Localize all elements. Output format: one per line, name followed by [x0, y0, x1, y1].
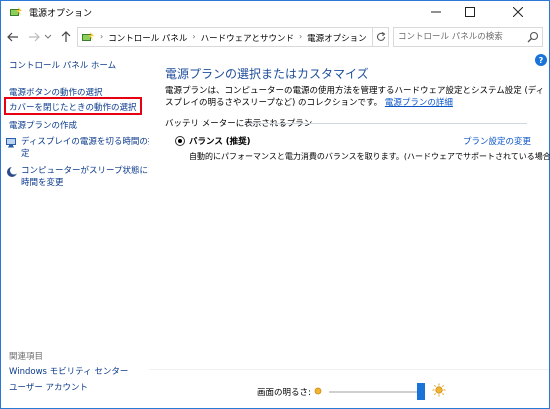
- search-box[interactable]: [393, 27, 543, 47]
- brightness-bar: 画面の明るさ:: [149, 369, 549, 408]
- sleep-moon-icon: [6, 166, 18, 178]
- brightness-label: 画面の明るさ:: [257, 388, 311, 398]
- brightness-high-icon: [432, 383, 446, 397]
- sidebar-link-control-panel-home[interactable]: コントロール パネル ホーム: [9, 61, 116, 72]
- power-options-window: 電源オプション › コントロール パネル › ハードウェアとサウンド › 電源オ…: [0, 0, 550, 409]
- related-link-mobility-center[interactable]: Windows モビリティ センター: [9, 367, 128, 378]
- back-arrow-icon[interactable]: [4, 27, 22, 47]
- description-text: 電源プランは、コンピューターの電源の使用方法を管理するハードウェア設定とシステム…: [165, 86, 545, 108]
- window-title: 電源オプション: [29, 9, 93, 19]
- section-divider: [247, 123, 527, 124]
- power-plan-details-link[interactable]: 電源プランの詳細: [385, 98, 453, 108]
- page-description: 電源プランは、コンピューターの電源の使用方法を管理するハードウェア設定とシステム…: [165, 85, 545, 109]
- refresh-button[interactable]: [373, 27, 389, 47]
- recent-locations-chevron-icon[interactable]: [43, 27, 53, 47]
- brightness-slider-track[interactable]: [329, 391, 421, 393]
- sidebar-link-sleep-time[interactable]: コンピューターがスリープ状態になる: [21, 166, 165, 177]
- sidebar-link-display-off-time[interactable]: ディスプレイの電源を切る時間の指: [21, 137, 156, 148]
- help-icon[interactable]: ?: [535, 54, 547, 66]
- page-title: 電源プランの選択またはカスタマイズ: [165, 67, 369, 81]
- brightness-slider-fill: [329, 391, 417, 393]
- breadcrumb-hardware-sound[interactable]: ハードウェアとサウンド: [201, 32, 294, 44]
- forward-arrow-icon[interactable]: [25, 27, 43, 47]
- breadcrumb-separator-icon[interactable]: ›: [299, 32, 302, 44]
- breadcrumb-separator-icon[interactable]: ›: [192, 32, 195, 44]
- brightness-low-icon: [313, 386, 323, 396]
- maximize-button[interactable]: [453, 1, 487, 23]
- up-arrow-icon[interactable]: [57, 27, 75, 47]
- address-bar[interactable]: › コントロール パネル › ハードウェアとサウンド › 電源オプション: [77, 27, 441, 47]
- breadcrumb-separator-icon[interactable]: ›: [100, 32, 103, 44]
- minimize-button[interactable]: [419, 1, 453, 23]
- main-content: ? 電源プランの選択またはカスタマイズ 電源プランは、コンピューターの電源の使用…: [149, 51, 550, 369]
- sidebar-link-sleep-time-cont[interactable]: 時間を変更: [21, 178, 64, 189]
- brightness-slider-thumb[interactable]: [417, 383, 425, 400]
- display-icon: [6, 137, 18, 149]
- plan-radio-balanced[interactable]: [175, 136, 185, 146]
- sidebar-link-lid-close-action[interactable]: カバーを閉じたときの動作の選択: [9, 103, 137, 114]
- plan-description: 自動的にパフォーマンスと電力消費のバランスを取ります。(ハードウェアでサポートさ…: [189, 152, 550, 161]
- sidebar-link-display-off-time-cont[interactable]: 定: [21, 149, 30, 160]
- breadcrumb: › コントロール パネル › ハードウェアとサウンド › 電源オプション: [100, 32, 367, 44]
- navigation-bar: › コントロール パネル › ハードウェアとサウンド › 電源オプション: [1, 24, 549, 50]
- plan-name[interactable]: バランス (推奨): [189, 135, 251, 147]
- change-plan-settings-link[interactable]: プラン設定の変更: [463, 135, 531, 147]
- close-button[interactable]: [487, 1, 549, 23]
- breadcrumb-control-panel[interactable]: コントロール パネル: [108, 32, 187, 44]
- sidebar-link-create-power-plan[interactable]: 電源プランの作成: [9, 121, 77, 132]
- related-heading: 関連項目: [9, 352, 44, 362]
- search-icon[interactable]: [527, 31, 539, 43]
- breadcrumb-power-options[interactable]: 電源オプション: [307, 32, 367, 44]
- left-sidebar: コントロール パネル ホーム 電源ボタンの動作の選択 カバーを閉じたときの動作の…: [1, 51, 165, 408]
- power-options-icon: [9, 5, 23, 19]
- control-panel-icon: [81, 31, 95, 44]
- refresh-icon: [376, 32, 385, 41]
- related-link-user-accounts[interactable]: ユーザー アカウント: [9, 383, 88, 394]
- title-bar: 電源オプション: [1, 1, 549, 23]
- search-input[interactable]: [398, 30, 522, 44]
